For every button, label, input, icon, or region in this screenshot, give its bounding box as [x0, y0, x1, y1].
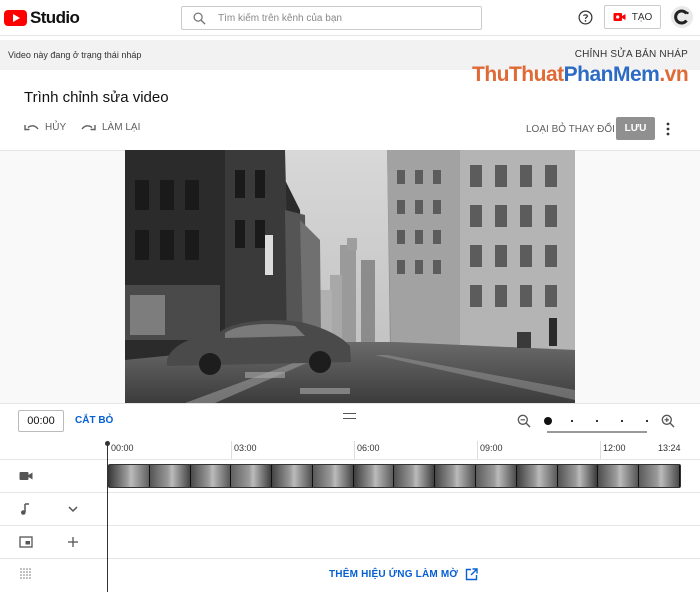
youtube-play-icon [4, 10, 27, 26]
add-icon[interactable] [66, 535, 80, 549]
filmstrip-frame [109, 465, 150, 487]
ruler-label: 12:00 [603, 443, 626, 453]
site-watermark: ThuThuatPhanMem.vn [472, 63, 689, 87]
video-frame-image [125, 150, 575, 403]
undo-label: HỦY [45, 122, 67, 133]
filmstrip-frame [639, 465, 680, 487]
filmstrip-frame [272, 465, 313, 487]
playhead[interactable] [107, 444, 108, 592]
redo-icon [81, 124, 96, 130]
add-blur-button[interactable]: THÊM HIỆU ỨNG LÀM MỜ [329, 568, 478, 581]
video-camera-icon [19, 472, 33, 480]
undo-icon [24, 124, 39, 130]
video-track-clip[interactable] [108, 464, 681, 488]
redo-label: LÀM LẠI [102, 122, 141, 133]
row-divider [0, 492, 700, 493]
ruler-label: 09:00 [480, 443, 503, 453]
filmstrip-frame [557, 465, 599, 487]
current-time-field[interactable]: 00:00 [18, 410, 64, 432]
zoom-out-icon[interactable] [517, 414, 531, 428]
redo-button[interactable]: LÀM LẠI [81, 122, 140, 133]
zoom-step-dot [596, 420, 598, 422]
filmstrip-frame [394, 465, 436, 487]
ruler-label: 06:00 [357, 443, 380, 453]
filmstrip-frame [312, 465, 354, 487]
filmstrip-frame [476, 465, 517, 487]
youtube-studio-logo[interactable]: Studio [4, 8, 80, 28]
create-button-label: TẠO [631, 11, 653, 23]
zoom-step-dot [646, 420, 648, 422]
zoom-step-dot [621, 420, 623, 422]
zoom-in-icon[interactable] [661, 414, 675, 428]
filmstrip-frame [190, 465, 232, 487]
end-screen-icon [19, 536, 33, 548]
search-input[interactable] [218, 12, 468, 24]
undo-button[interactable]: HỦY [24, 122, 66, 133]
search-box[interactable] [181, 6, 482, 30]
ruler-label: 13:24 [658, 443, 681, 453]
open-in-new-icon [465, 568, 478, 581]
avatar[interactable] [671, 6, 693, 28]
chevron-down-icon[interactable] [66, 502, 80, 516]
filmstrip-frame [231, 465, 273, 487]
track-header-column [0, 438, 108, 592]
blur-grid-icon [20, 568, 31, 579]
help-icon[interactable] [578, 10, 593, 25]
ruler-tick [600, 441, 601, 459]
search-icon [193, 11, 206, 25]
logo-text: Studio [30, 8, 80, 27]
video-camera-icon [613, 13, 626, 21]
zoom-slider-line [547, 431, 647, 433]
trim-button[interactable]: CẮT BỎ [75, 415, 113, 426]
discard-changes-button[interactable]: LOẠI BỎ THAY ĐỔI [526, 124, 615, 135]
row-divider [0, 558, 700, 559]
filmstrip-frame [353, 465, 395, 487]
filmstrip-frame [516, 465, 558, 487]
edit-draft-link[interactable]: CHỈNH SỬA BẢN NHÁP [575, 49, 688, 60]
filmstrip-frame [598, 465, 640, 487]
zoom-slider-knob[interactable] [544, 417, 552, 425]
playhead-handle[interactable] [105, 441, 110, 446]
zoom-step-dot [571, 420, 573, 422]
more-vert-icon[interactable] [664, 121, 672, 137]
ruler-label: 03:00 [234, 443, 257, 453]
watermark-part-2: PhanMem [563, 63, 660, 86]
filmstrip-frame [435, 465, 477, 487]
save-button[interactable]: LƯU [616, 117, 655, 140]
filmstrip-frame [149, 465, 191, 487]
page-title: Trình chỉnh sửa video [24, 89, 169, 106]
row-divider [0, 459, 700, 460]
ruler-tick [354, 441, 355, 459]
watermark-part-1: ThuThuat [472, 63, 564, 86]
ruler-tick [231, 441, 232, 459]
watermark-part-3: .vn [659, 63, 689, 86]
resize-handle-icon[interactable] [343, 413, 356, 419]
ruler-label: 00:00 [111, 443, 134, 453]
add-blur-label: THÊM HIỆU ỨNG LÀM MỜ [329, 569, 459, 580]
channel-avatar-icon [671, 6, 693, 28]
draft-status-text: Video này đang ở trạng thái nháp [8, 50, 142, 60]
ruler-tick [477, 441, 478, 459]
row-divider [0, 525, 700, 526]
music-note-icon [21, 503, 29, 515]
video-preview[interactable] [125, 150, 575, 403]
create-button[interactable]: TẠO [604, 5, 661, 29]
